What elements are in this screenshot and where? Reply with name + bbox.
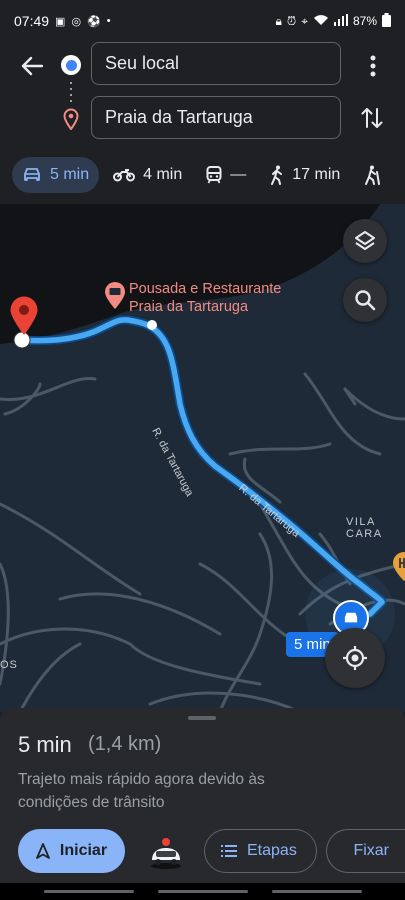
more-options-button[interactable] xyxy=(363,52,383,80)
nav-home[interactable] xyxy=(158,890,248,893)
mode-motorcycle[interactable]: 4 min xyxy=(103,157,192,193)
swap-vert-icon xyxy=(361,108,383,128)
destination-value: Praia da Tartaruga xyxy=(105,107,253,127)
travel-modes: 5 min 4 min — 17 min xyxy=(0,146,405,204)
destination-pin-icon xyxy=(63,108,79,135)
mode-transit[interactable]: — xyxy=(196,157,256,193)
arrow-back-icon xyxy=(21,56,43,76)
food-poi-icon[interactable] xyxy=(392,552,405,587)
route-summary-sheet[interactable]: 5 min (1,4 km) Trajeto mais rápido agora… xyxy=(0,708,405,883)
signal-icon xyxy=(333,13,348,29)
origin-dot-icon xyxy=(61,55,81,75)
hike-icon xyxy=(365,165,381,185)
my-location-icon xyxy=(343,646,367,670)
dot-icon: • xyxy=(106,15,111,27)
destination-marker-icon[interactable] xyxy=(9,296,39,341)
steps-label: Etapas xyxy=(247,842,297,859)
mode-walk[interactable]: 17 min xyxy=(260,157,350,193)
battery-text: 87% xyxy=(352,14,377,28)
nav-back[interactable] xyxy=(272,890,362,893)
search-icon xyxy=(355,290,376,311)
edge-label-2: OS xyxy=(0,659,18,671)
steps-button[interactable]: Etapas xyxy=(204,829,317,873)
poi-label-line2: Praia da Tartaruga xyxy=(129,299,249,315)
transit-icon xyxy=(206,166,222,184)
route-distance: (1,4 km) xyxy=(88,733,162,755)
mode-hike[interactable] xyxy=(354,157,390,193)
pin-button[interactable]: Fixar xyxy=(326,829,405,873)
origin-value: Seu local xyxy=(105,53,180,73)
poi-label-line1: Pousada e Restaurante xyxy=(129,281,282,297)
swap-button[interactable] xyxy=(359,104,385,132)
location-icon: ⌖ xyxy=(301,13,308,28)
lock-icon: 🔒︎ xyxy=(275,13,282,28)
origin-field[interactable]: Seu local xyxy=(91,42,341,85)
list-icon xyxy=(221,845,237,857)
recenter-button[interactable] xyxy=(325,628,385,688)
walk-icon xyxy=(271,165,283,185)
back-button[interactable] xyxy=(18,52,46,80)
mode-transit-label: — xyxy=(230,166,247,183)
restaurant-poi-icon[interactable] xyxy=(104,282,126,315)
instagram-icon: ◎ xyxy=(71,15,82,28)
route-duration: 5 min xyxy=(18,732,72,757)
battery-icon xyxy=(382,12,391,30)
layers-icon xyxy=(355,231,375,250)
map-view[interactable]: Pousada e Restaurante Praia da Tartaruga… xyxy=(0,204,405,712)
mode-walk-label: 17 min xyxy=(292,166,341,183)
status-time: 07:49 xyxy=(14,13,50,29)
pin-label: Fixar xyxy=(353,842,389,859)
navigation-arrow-icon xyxy=(36,843,50,859)
mode-car[interactable]: 5 min xyxy=(12,157,100,193)
image-icon: ▣ xyxy=(55,15,66,28)
mode-car-label: 5 min xyxy=(50,166,90,183)
route-dots xyxy=(70,82,72,104)
destination-field[interactable]: Praia da Tartaruga xyxy=(91,96,341,139)
route-description: Trajeto mais rápido agora devido às cond… xyxy=(18,771,265,811)
nav-recents[interactable] xyxy=(44,890,134,893)
layers-button[interactable] xyxy=(343,219,387,263)
start-label: Iniciar xyxy=(59,842,108,859)
mode-motorcycle-label: 4 min xyxy=(143,166,183,183)
car-avatar-icon[interactable] xyxy=(148,832,184,872)
motorcycle-icon xyxy=(113,169,136,182)
directions-header: Seu local Praia da Tartaruga xyxy=(0,42,405,146)
more-vert-icon xyxy=(370,55,376,77)
poi-label[interactable]: Pousada e Restaurante Praia da Tartaruga xyxy=(129,280,281,316)
status-bar: 07:49 ▣ ◎ ⚽ • 🔒︎ ⏰︎ ⌖ 87% xyxy=(0,0,405,42)
search-along-route-button[interactable] xyxy=(343,278,387,322)
alarm-icon: ⏰︎ xyxy=(286,13,297,28)
start-button[interactable]: Iniciar xyxy=(18,829,125,873)
area-label: VILA CARA xyxy=(346,516,383,540)
drag-handle[interactable] xyxy=(188,716,216,720)
soccer-icon: ⚽ xyxy=(87,15,101,28)
car-icon xyxy=(24,168,40,181)
wifi-icon xyxy=(313,14,329,29)
system-nav-bar xyxy=(0,883,405,900)
